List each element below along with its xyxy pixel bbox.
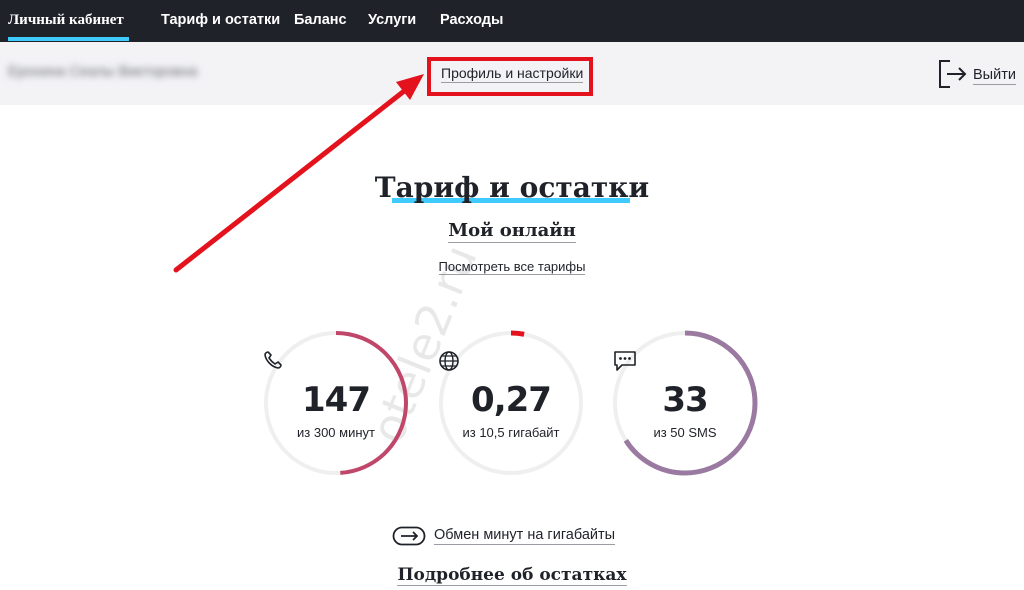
active-tab-underline [8,37,129,41]
logout-icon [939,60,967,88]
tariff-name[interactable]: Мой онлайн [0,218,1024,244]
sms-remaining: 33 [662,380,708,420]
page-title: Тариф и остатки [374,171,650,204]
details-text: Подробнее об остатках [397,565,627,586]
minutes-total: из 300 минут [297,425,375,440]
minutes-remaining: 147 [302,380,371,420]
profile-settings-link[interactable]: Профиль и настройки [441,64,584,83]
nav-tab-balance[interactable]: Баланс [294,0,347,42]
nav-tab-tariff[interactable]: Тариф и остатки [161,0,280,42]
nav-tab-expenses[interactable]: Расходы [440,0,503,42]
tariff-name-text: Мой онлайн [448,220,576,243]
user-name: Ерохина Сеалы Викторовна [8,64,198,80]
nav-tab-services[interactable]: Услуги [368,0,416,42]
internet-gauge[interactable]: 0,27 из 10,5 гигабайт [438,330,584,476]
logout-label: Выйти [973,67,1016,85]
minutes-gauge[interactable]: 147 из 300 минут [263,330,409,476]
gigabytes-total: из 10,5 гигабайт [462,425,560,440]
nav-tab-personal-account[interactable]: Личный кабинет [8,0,124,42]
exchange-icon [392,526,426,546]
sms-gauge[interactable]: 33 из 50 SMS [612,330,758,476]
logout-button[interactable]: Выйти [936,58,1016,90]
details-link[interactable]: Подробнее об остатках [0,563,1024,587]
all-tariffs-text: Посмотреть все тарифы [438,259,586,275]
sms-total: из 50 SMS [653,425,717,440]
top-navigation: Личный кабинет Тариф и остатки Баланс Ус… [0,0,1024,42]
exchange-label: Обмен минут на гигабайты [434,527,616,545]
gigabytes-remaining: 0,27 [471,380,552,420]
all-tariffs-link[interactable]: Посмотреть все тарифы [0,258,1024,276]
